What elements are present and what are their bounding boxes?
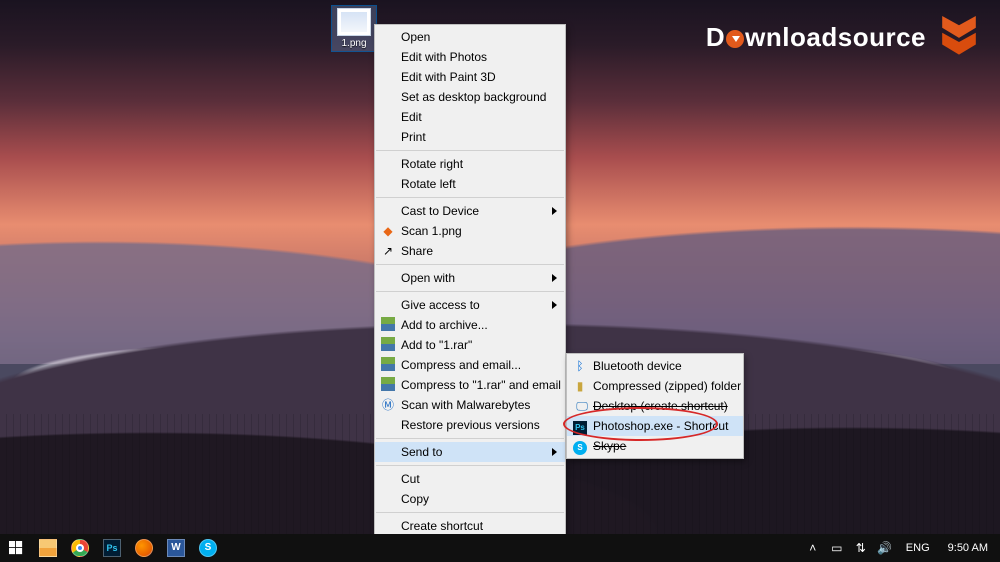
logo-o-icon xyxy=(726,30,744,48)
ctx-open-with[interactable]: Open with xyxy=(375,268,565,288)
skype-icon: S xyxy=(572,438,588,454)
separator xyxy=(376,512,564,513)
ctx-edit-paint3d[interactable]: Edit with Paint 3D xyxy=(375,67,565,87)
taskbar-firefox[interactable] xyxy=(128,534,160,562)
submenu-send-to[interactable]: ᛒBluetooth device ▮Compressed (zipped) f… xyxy=(566,353,744,459)
zip-icon: ▮ xyxy=(572,378,588,394)
start-button[interactable] xyxy=(0,534,32,562)
ctx-open[interactable]: Open xyxy=(375,27,565,47)
winrar-icon xyxy=(380,317,396,333)
separator xyxy=(376,438,564,439)
photoshop-icon: Ps xyxy=(103,539,121,557)
skype-icon: S xyxy=(199,539,217,557)
ctx-cut[interactable]: Cut xyxy=(375,469,565,489)
share-icon: ↗ xyxy=(380,243,396,259)
tray-chevron-up-icon[interactable]: ˄ xyxy=(804,534,822,562)
ctx-print[interactable]: Print xyxy=(375,127,565,147)
ctx-restore-versions[interactable]: Restore previous versions xyxy=(375,415,565,435)
ctx-copy[interactable]: Copy xyxy=(375,489,565,509)
taskbar-skype[interactable]: S xyxy=(192,534,224,562)
context-menu[interactable]: Open Edit with Photos Edit with Paint 3D… xyxy=(374,24,566,562)
windows-icon xyxy=(9,541,23,555)
taskbar-explorer[interactable] xyxy=(32,534,64,562)
tray-clock[interactable]: 9:50 AM xyxy=(942,542,994,554)
winrar-icon xyxy=(380,337,396,353)
tray-volume-icon[interactable]: 🔊 xyxy=(876,534,894,562)
chevron-right-icon xyxy=(552,301,557,309)
separator xyxy=(376,197,564,198)
separator xyxy=(376,264,564,265)
bluetooth-icon: ᛒ xyxy=(572,358,588,374)
chevron-right-icon xyxy=(552,274,557,282)
winrar-icon xyxy=(380,377,396,393)
word-icon: W xyxy=(167,539,185,557)
ctx-edit[interactable]: Edit xyxy=(375,107,565,127)
ctx-scan-avast[interactable]: ◆Scan 1.png xyxy=(375,221,565,241)
ctx-rotate-right[interactable]: Rotate right xyxy=(375,154,565,174)
winrar-icon xyxy=(380,357,396,373)
ctx-edit-photos[interactable]: Edit with Photos xyxy=(375,47,565,67)
separator xyxy=(376,291,564,292)
desktop-icon: 🖵 xyxy=(572,398,588,414)
ctx-add-rar[interactable]: Add to "1.rar" xyxy=(375,335,565,355)
photoshop-icon: Ps xyxy=(572,418,588,434)
ctx-set-background[interactable]: Set as desktop background xyxy=(375,87,565,107)
taskbar[interactable]: Ps W S ˄ ▭ ⇅ 🔊 ENG 9:50 AM xyxy=(0,534,1000,562)
ctx-rotate-left[interactable]: Rotate left xyxy=(375,174,565,194)
sendto-skype[interactable]: SSkype xyxy=(567,436,743,456)
tray-language[interactable]: ENG xyxy=(900,542,936,554)
ctx-compress-email[interactable]: Compress and email... xyxy=(375,355,565,375)
separator xyxy=(376,465,564,466)
desktop[interactable]: 1.png Dwnloadsource Open Edit with Photo… xyxy=(0,0,1000,562)
ctx-scan-malwarebytes[interactable]: ⓂScan with Malwarebytes xyxy=(375,395,565,415)
separator xyxy=(376,150,564,151)
sendto-photoshop[interactable]: PsPhotoshop.exe - Shortcut xyxy=(567,416,743,436)
avast-icon: ◆ xyxy=(380,223,396,239)
taskbar-word[interactable]: W xyxy=(160,534,192,562)
ctx-create-shortcut[interactable]: Create shortcut xyxy=(375,516,565,536)
firefox-icon xyxy=(135,539,153,557)
ctx-cast[interactable]: Cast to Device xyxy=(375,201,565,221)
ctx-send-to[interactable]: Send to xyxy=(375,442,565,462)
taskbar-photoshop[interactable]: Ps xyxy=(96,534,128,562)
sendto-desktop[interactable]: 🖵Desktop (create shortcut) xyxy=(567,396,743,416)
ctx-add-archive[interactable]: Add to archive... xyxy=(375,315,565,335)
explorer-icon xyxy=(39,539,57,557)
ctx-compress-rar-email[interactable]: Compress to "1.rar" and email xyxy=(375,375,565,395)
sendto-bluetooth[interactable]: ᛒBluetooth device xyxy=(567,356,743,376)
desktop-file-selected[interactable]: 1.png xyxy=(332,6,376,51)
sendto-zip[interactable]: ▮Compressed (zipped) folder xyxy=(567,376,743,396)
chevron-right-icon xyxy=(552,207,557,215)
ctx-give-access[interactable]: Give access to xyxy=(375,295,565,315)
logo-chevron-icon xyxy=(938,16,980,58)
taskbar-chrome[interactable] xyxy=(64,534,96,562)
chrome-icon xyxy=(71,539,89,557)
tray-network-icon[interactable]: ⇅ xyxy=(852,534,870,562)
tray-battery-icon[interactable]: ▭ xyxy=(828,534,846,562)
chevron-right-icon xyxy=(552,448,557,456)
watermark-logo: Dwnloadsource xyxy=(706,16,980,58)
file-label: 1.png xyxy=(333,38,375,49)
file-thumbnail xyxy=(337,8,371,36)
ctx-share[interactable]: ↗Share xyxy=(375,241,565,261)
malwarebytes-icon: Ⓜ xyxy=(380,397,396,413)
